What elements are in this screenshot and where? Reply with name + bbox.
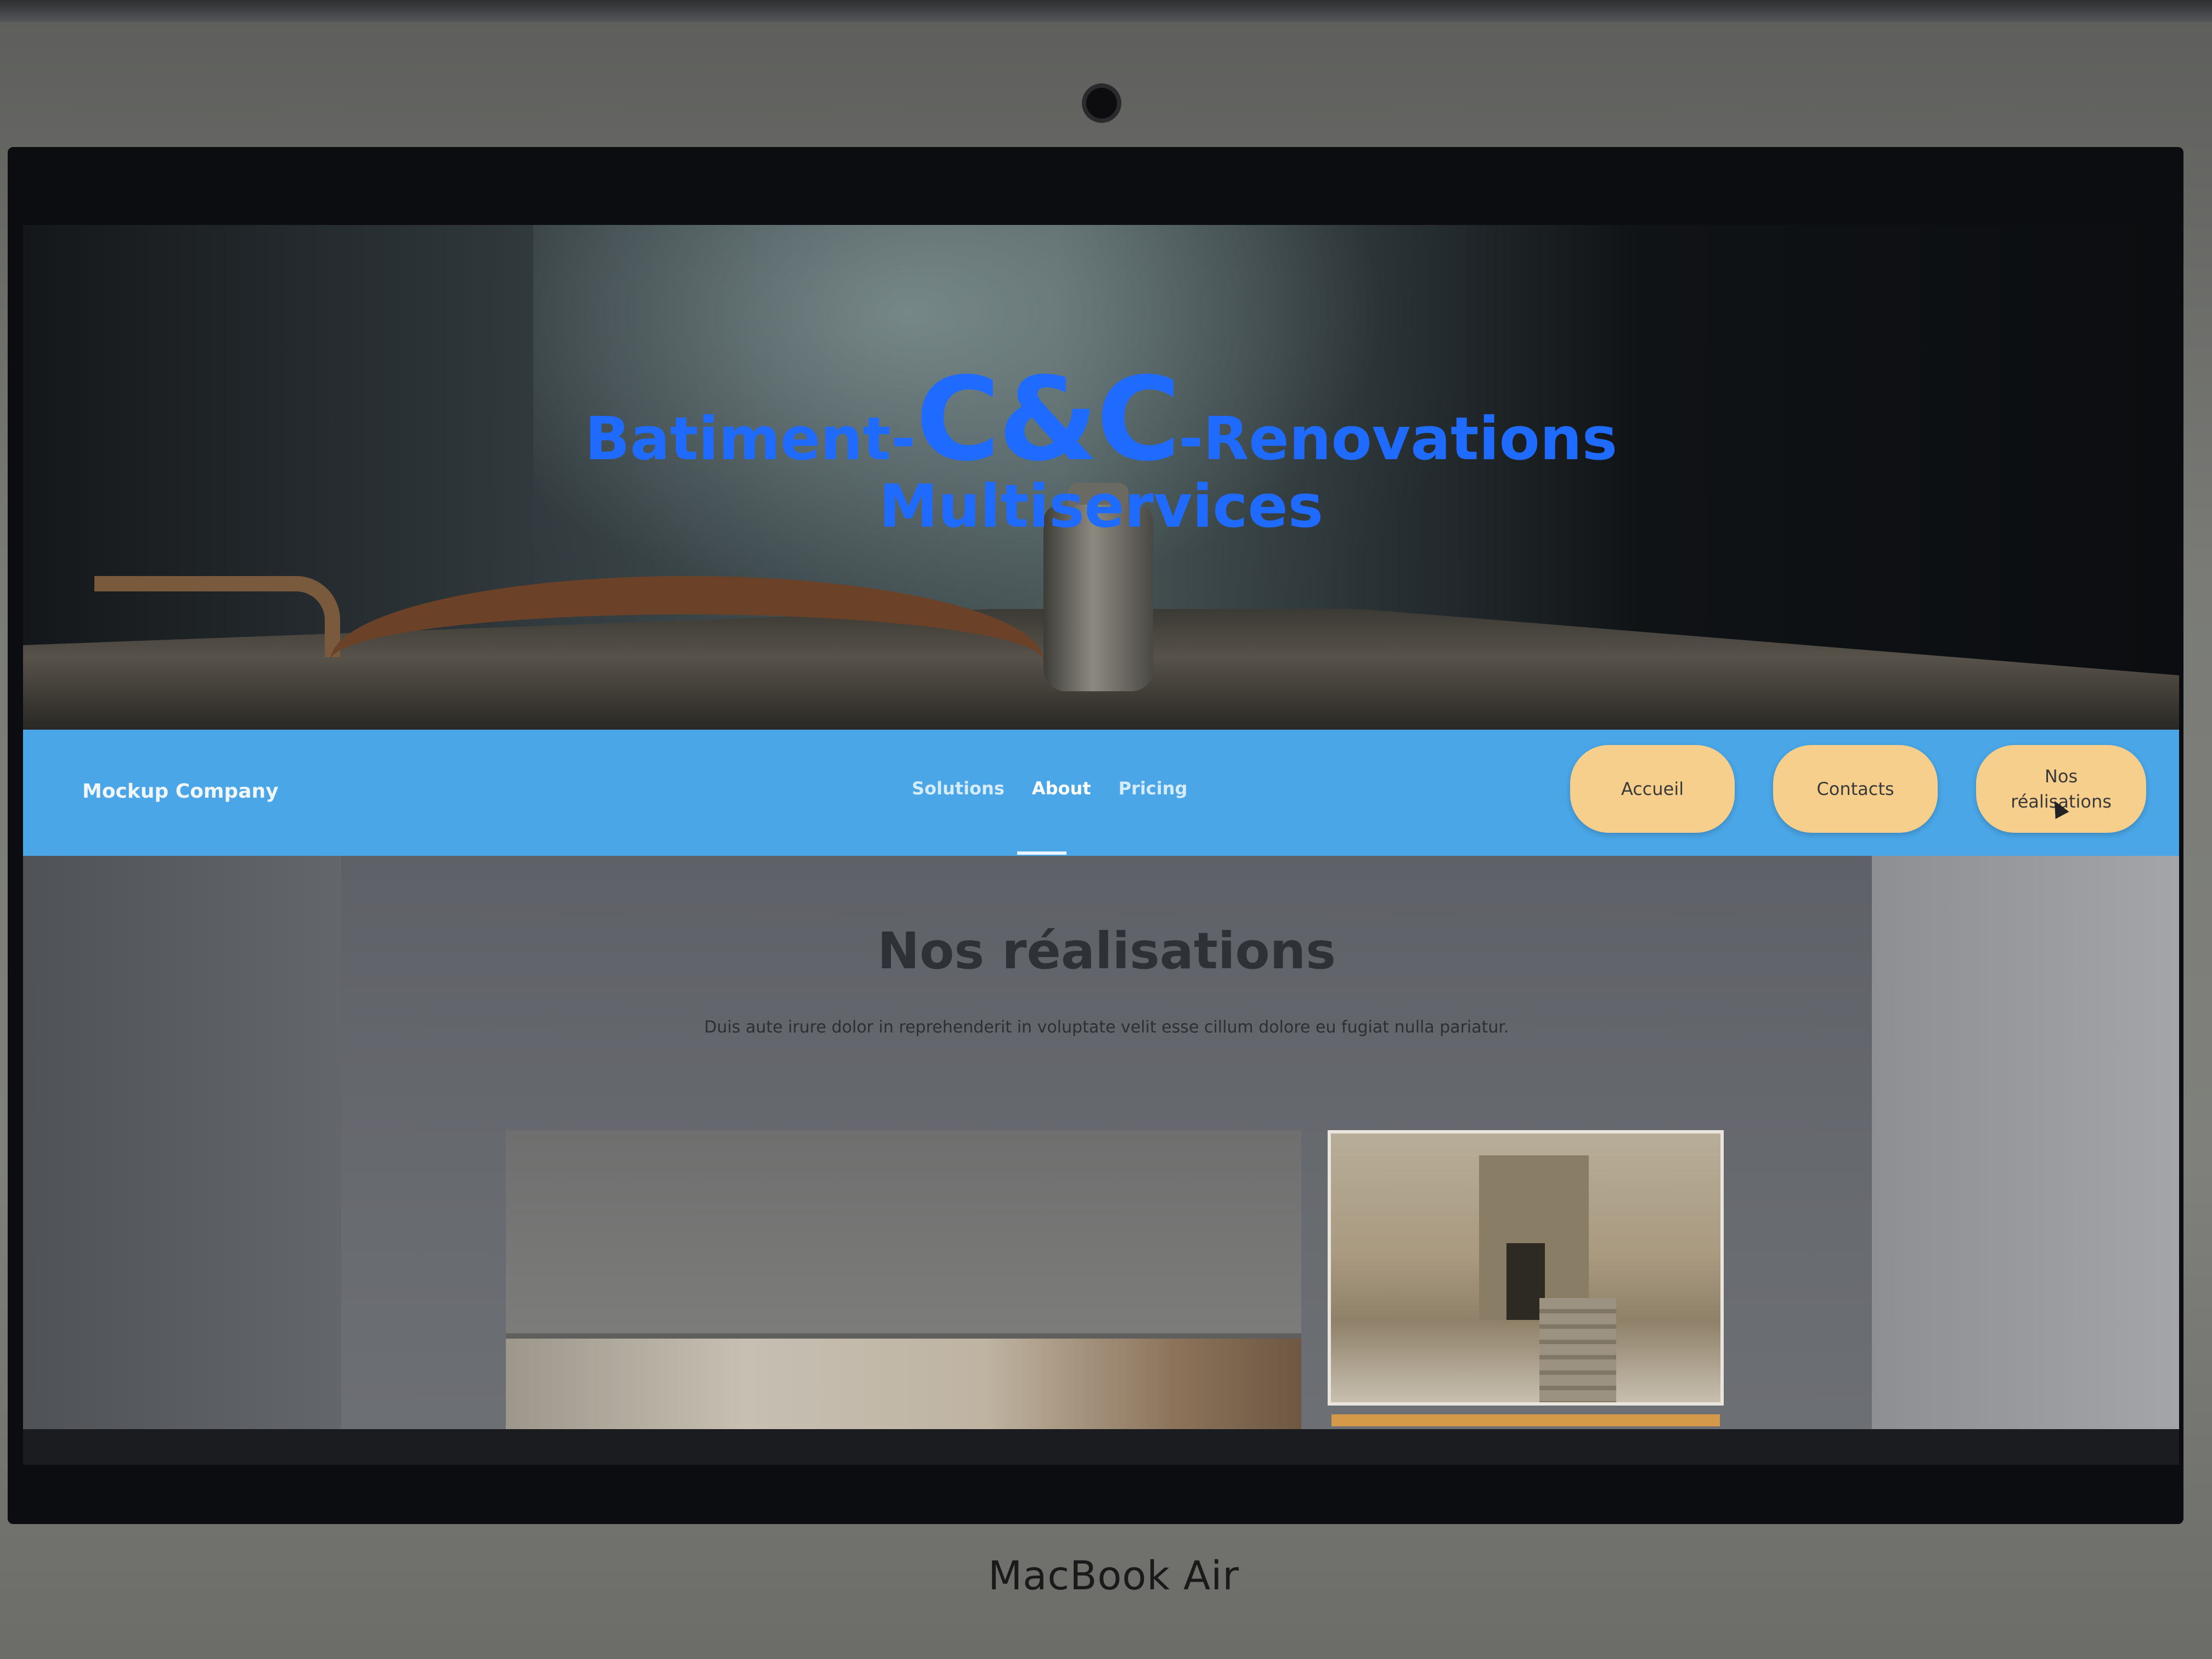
nav-link-pricing[interactable]: Pricing [1119, 778, 1188, 799]
nav-link-about[interactable]: About [1032, 778, 1091, 799]
active-link-indicator [1017, 851, 1066, 855]
screen-bottom-edge [23, 1429, 2179, 1465]
contacts-button-label: Contacts [1816, 778, 1894, 799]
project-photo-ceiling [506, 1130, 1301, 1333]
device-brand-label: MacBook Air [988, 1553, 1239, 1599]
nav-links: Solutions About Pricing [912, 778, 1187, 799]
project-photo[interactable] [1328, 1130, 1724, 1406]
hero-chair-image [94, 576, 340, 657]
nos-realisations-button[interactable]: Nos réalisations [1976, 745, 2146, 833]
nav-link-solutions[interactable]: Solutions [912, 778, 1005, 799]
content-gutter-right [1872, 856, 2179, 1465]
webcam-icon [1086, 88, 1117, 119]
hero-subtitle: Multiservices [879, 472, 1323, 541]
hero-title: Batiment-C&C-Renovations Multiservices [23, 362, 2179, 537]
hero-title-prefix: Batiment- [585, 405, 916, 473]
section-title: Nos réalisations [877, 922, 1336, 980]
navbar: Mockup Company Solutions About Pricing A… [23, 730, 2179, 856]
laptop-top-edge [0, 0, 2212, 22]
nav-brand[interactable]: Mockup Company [82, 780, 279, 803]
hero-banner: Batiment-C&C-Renovations Multiservices [23, 225, 2179, 730]
browser-viewport: Batiment-C&C-Renovations Multiservices M… [23, 225, 2179, 1465]
hero-title-main: C&C [915, 352, 1181, 487]
hero-title-suffix: -Renovations [1178, 405, 1617, 473]
project-photo-stairs [1539, 1298, 1616, 1402]
project-photo[interactable] [506, 1130, 1301, 1465]
project-photo-next [1331, 1414, 1720, 1426]
contacts-button[interactable]: Contacts [1773, 745, 1938, 833]
section-description: Duis aute irure dolor in reprehenderit i… [704, 1018, 1509, 1037]
content-gutter-left [23, 856, 341, 1465]
accueil-button-label: Accueil [1621, 778, 1684, 799]
accueil-button[interactable]: Accueil [1570, 745, 1735, 833]
